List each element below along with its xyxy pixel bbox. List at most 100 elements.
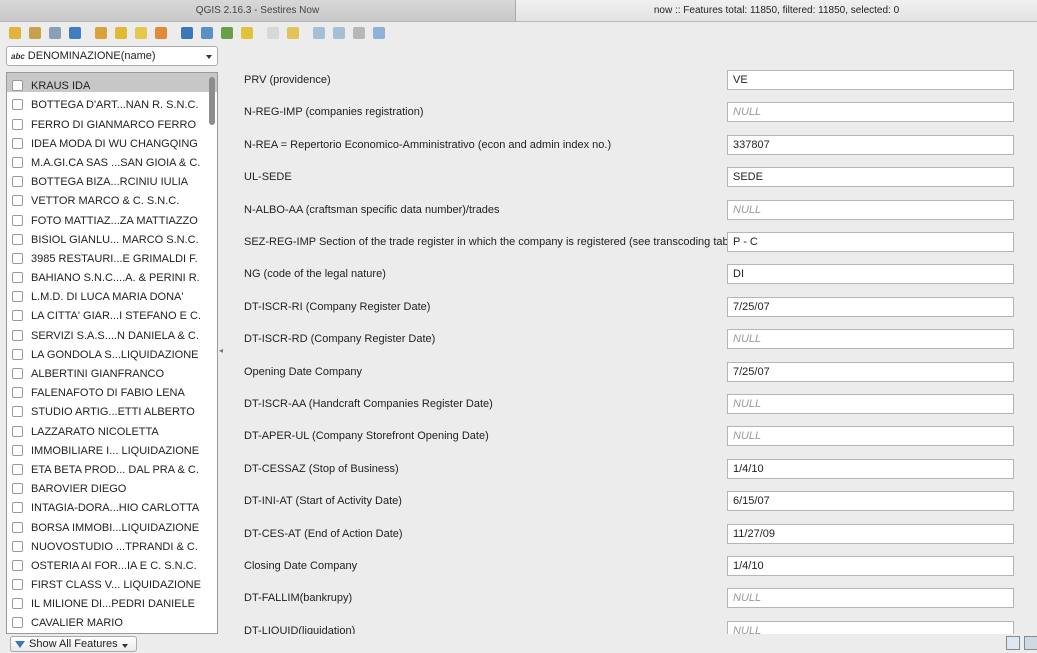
tab-attribute-table[interactable]: now :: Features total: 11850, filtered: … [516,0,1037,22]
list-item[interactable]: SERVIZI S.A.S....N DANIELA & C. [7,322,217,342]
form-view-icon[interactable] [370,24,388,42]
table-view-icon[interactable] [350,24,368,42]
list-item[interactable]: L.M.D. DI LUCA MARIA DONA' [7,284,217,303]
list-item[interactable]: BOTTEGA D'ART...NAN R. S.N.C. [7,92,217,111]
list-item[interactable]: LA GONDOLA S...LIQUIDAZIONE [7,342,217,361]
list-item[interactable]: FERRO DI GIANMARCO FERRO [7,111,217,131]
zoom-to-selection-icon[interactable] [238,24,256,42]
save-edits-icon[interactable] [26,24,44,42]
list-item[interactable]: OSTERIA AI FOR...IA E C. S.N.C. [7,553,217,572]
list-item[interactable]: BORSA IMMOBI...LIQUIDAZIONE [7,514,217,534]
list-item-checkbox[interactable] [12,252,23,264]
list-item[interactable]: KRAUS IDA [7,73,217,93]
list-item-checkbox[interactable] [12,195,23,207]
pan-to-selection-icon[interactable] [218,24,236,42]
list-item[interactable]: VETTOR MARCO & C. S.N.C. [7,188,217,207]
list-item-checkbox[interactable] [12,80,23,92]
field-input[interactable]: P - C [727,232,1014,252]
paste-icon[interactable] [284,24,302,42]
copy-icon[interactable] [264,24,282,42]
list-item[interactable]: IMMOBILIARE I... LIQUIDAZIONE [7,438,217,457]
field-input[interactable]: NULL [727,394,1014,414]
toggle-edit-icon[interactable] [6,24,24,42]
list-item-checkbox[interactable] [12,329,23,341]
form-view-toggle-icon[interactable] [1006,636,1020,650]
filter-icon[interactable] [178,24,196,42]
list-scrollbar[interactable] [209,77,215,125]
list-item[interactable]: BISIOL GIANLU... MARCO S.N.C. [7,227,217,246]
list-item-checkbox[interactable] [12,598,23,610]
save-icon[interactable] [46,24,64,42]
list-item-checkbox[interactable] [12,233,23,245]
field-calculator-icon[interactable] [310,24,328,42]
list-item-checkbox[interactable] [12,521,23,533]
table-view-toggle-icon[interactable] [1024,636,1037,650]
field-input[interactable]: 11/27/09 [727,523,1014,544]
invert-selection-icon[interactable] [132,24,150,42]
list-item[interactable]: FOTO MATTIAZ...ZA MATTIAZZO [7,207,217,227]
list-item[interactable]: LA CITTA' GIAR...I STEFANO E C. [7,303,217,322]
list-item[interactable]: M.A.GI.CA SAS ...SAN GIOIA & C. [7,150,217,169]
list-item[interactable]: IDEA MODA DI WU CHANGQING [7,131,217,150]
list-item-checkbox[interactable] [12,214,23,226]
list-item-checkbox[interactable] [12,348,23,360]
list-item[interactable]: CAVALIER MARIO [7,610,217,629]
list-item[interactable]: BAHIANO S.N.C....A. & PERINI R. [7,265,217,284]
list-item[interactable]: IL MILIONE DI...PEDRI DANIELE [7,591,217,610]
list-item-checkbox[interactable] [12,463,23,475]
list-item-checkbox[interactable] [12,483,23,495]
list-item-checkbox[interactable] [12,425,23,437]
field-input[interactable]: NULL [727,588,1014,609]
list-item-checkbox[interactable] [12,444,23,456]
field-input[interactable]: VE [727,70,1014,90]
list-item[interactable]: INTAGIA-DORA...HIO CARLOTTA [7,495,217,514]
list-item[interactable]: FIRST CLASS V... LIQUIDAZIONE [7,572,217,591]
field-input[interactable]: 7/25/07 [727,296,1014,317]
field-input[interactable]: NULL [727,426,1014,447]
list-item-checkbox[interactable] [12,137,23,149]
list-item[interactable]: NUOVOSTUDIO ...TPRANDI & C. [7,534,217,553]
field-input[interactable]: NULL [727,620,1014,634]
list-item-checkbox[interactable] [12,176,23,188]
list-item-checkbox[interactable] [12,156,23,168]
list-item-checkbox[interactable] [12,99,23,111]
delete-feature-icon[interactable] [112,24,130,42]
list-item-checkbox[interactable] [12,579,23,591]
list-item[interactable]: 3985 RESTAURI...E GRIMALDI F. [7,246,217,265]
list-item-checkbox[interactable] [12,118,23,130]
show-all-features-button[interactable]: Show All Features [10,636,137,652]
move-selection-top-icon[interactable] [198,24,216,42]
delete-field-icon[interactable] [330,24,348,42]
feature-list[interactable]: KRAUS IDA BOTTEGA D'ART...NAN R. S.N.C. FE… [6,72,218,634]
field-input[interactable]: SEDE [727,167,1014,188]
list-item-checkbox[interactable] [12,617,23,629]
list-item-checkbox[interactable] [12,368,23,379]
field-input[interactable]: 6/15/07 [727,491,1014,512]
field-input[interactable]: NULL [727,102,1014,123]
list-item-checkbox[interactable] [12,272,23,284]
list-item-checkbox[interactable] [12,310,23,322]
list-item[interactable]: FALENAFOTO DI FABIO LENA [7,380,217,399]
list-item-checkbox[interactable] [12,540,23,552]
display-expression-combo[interactable]: abc DENOMINAZIONE(name) [6,46,218,66]
field-input[interactable]: 7/25/07 [727,361,1014,382]
field-input[interactable]: 1/4/10 [727,458,1014,479]
reload-icon[interactable] [66,24,84,42]
field-input[interactable]: NULL [727,329,1014,350]
add-feature-icon[interactable] [92,24,110,42]
field-input[interactable]: NULL [727,199,1014,220]
list-item[interactable]: BAROVIER DIEGO [7,476,217,495]
list-item-checkbox[interactable] [12,387,23,399]
field-input[interactable]: DI [727,264,1014,285]
field-input[interactable]: 1/4/10 [727,556,1014,576]
list-item-checkbox[interactable] [12,406,23,418]
list-item[interactable]: ALBERTINI GIANFRANCO [7,361,217,380]
list-item[interactable]: STUDIO ARTIG...ETTI ALBERTO [7,399,217,418]
deselect-icon[interactable] [152,24,170,42]
list-item-checkbox[interactable] [12,502,23,514]
list-item-checkbox[interactable] [12,559,23,571]
tab-qgis-main[interactable]: QGIS 2.16.3 - Sestires Now [0,0,516,22]
list-item[interactable]: LAZZARATO NICOLETTA [7,418,217,438]
field-input[interactable]: 337807 [727,134,1014,155]
list-item[interactable]: BOTTEGA BIZA...RCINIU IULIA [7,169,217,188]
